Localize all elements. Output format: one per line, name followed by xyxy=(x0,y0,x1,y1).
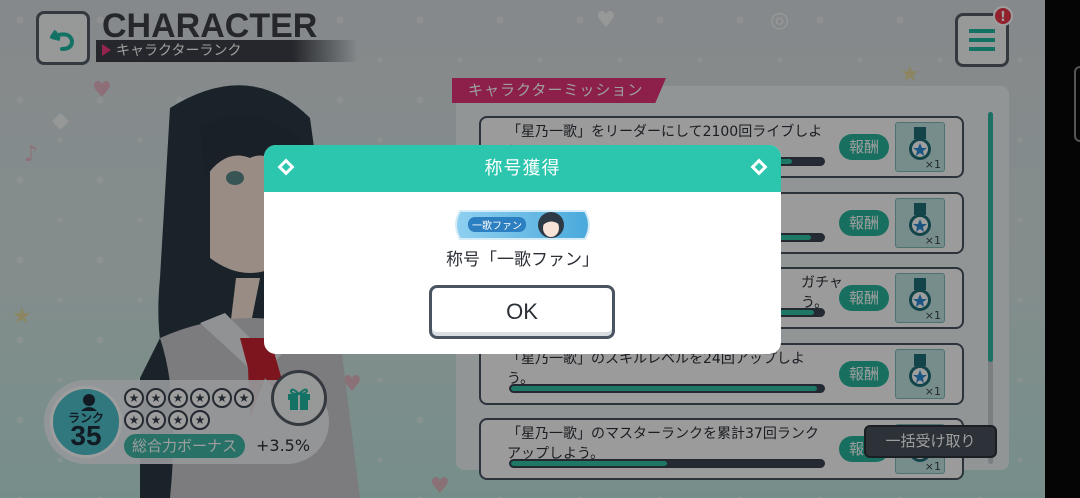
system-side-bar xyxy=(1045,0,1080,498)
ok-button[interactable]: OK xyxy=(429,285,615,339)
title-acquired-dialog: 称号獲得 一歌ファン 称号「一歌ファン」 OK xyxy=(264,145,781,354)
dialog-message: 称号「一歌ファン」 xyxy=(446,250,599,270)
dialog-header: 称号獲得 xyxy=(264,145,781,192)
badge-text: 一歌ファン xyxy=(472,219,522,232)
side-handle[interactable] xyxy=(1074,66,1080,142)
dialog-title: 称号獲得 xyxy=(484,158,561,179)
title-badge-image: 一歌ファン xyxy=(455,210,590,240)
